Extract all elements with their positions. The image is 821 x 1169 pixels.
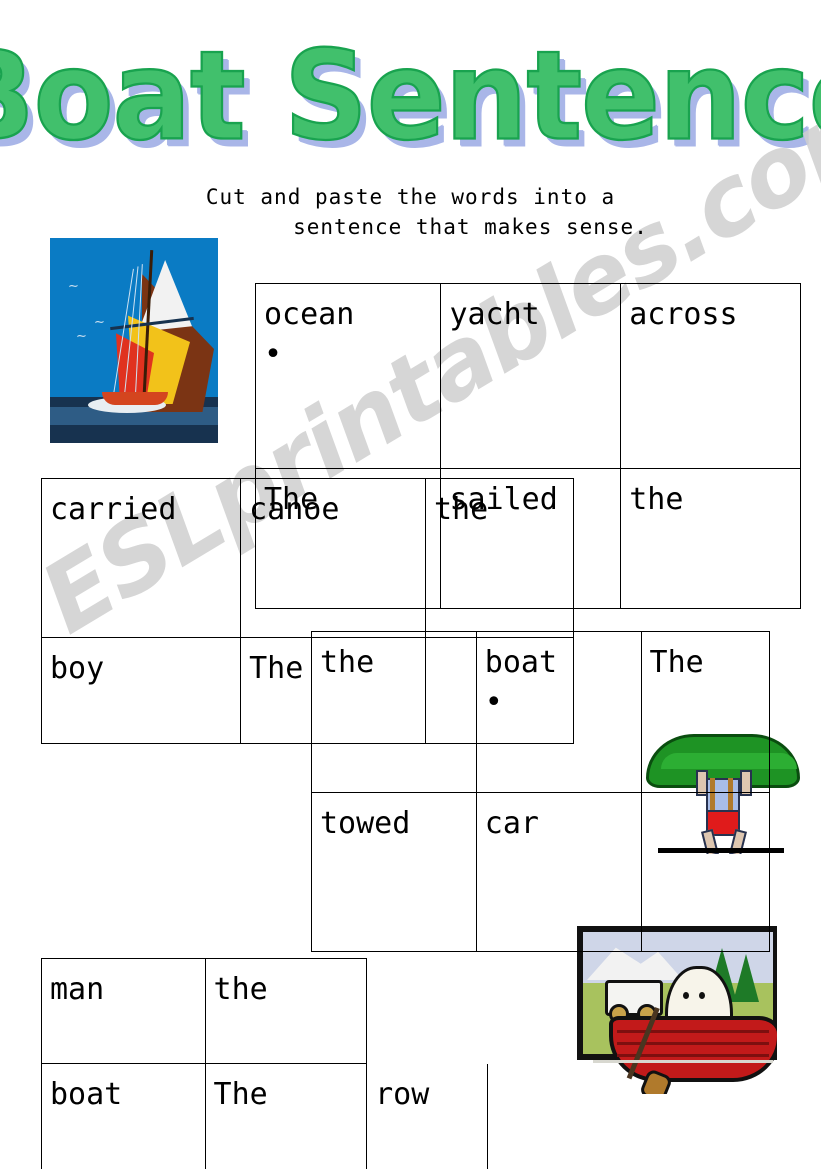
word-cell-carried[interactable]: carried xyxy=(40,478,242,638)
page-title-container: Boat Sentences xyxy=(0,26,821,165)
word-cell-towed[interactable]: towed xyxy=(311,792,477,952)
word-text: boat xyxy=(484,645,558,680)
word-cell-boat[interactable]: boat • xyxy=(475,631,642,793)
word-table-4[interactable]: man the boat The row xyxy=(41,958,488,1169)
word-cell-the[interactable]: the xyxy=(620,468,801,609)
instructions-line-1: Cut and paste the words into a xyxy=(205,185,616,209)
seagull-icon: ∼ xyxy=(94,315,105,330)
word-text: man xyxy=(50,972,105,1007)
table-row: boat The row xyxy=(41,1063,488,1169)
period-dot: • xyxy=(264,337,283,372)
word-table-3[interactable]: the boat • The towed car xyxy=(311,631,771,952)
rower-eye xyxy=(683,992,689,999)
word-text: The xyxy=(249,651,304,686)
seagull-icon: ∼ xyxy=(68,279,79,294)
word-text: car xyxy=(484,806,539,841)
word-cell-row[interactable]: row xyxy=(366,1063,488,1169)
word-cell-man[interactable]: man xyxy=(41,958,206,1064)
table-row: ocean • yacht across xyxy=(254,283,801,469)
instructions-text: Cut and paste the words into a sentence … xyxy=(0,182,821,242)
word-cell-the[interactable]: the xyxy=(424,478,575,638)
rowboat-waterline xyxy=(593,1060,773,1063)
rower-eye xyxy=(699,992,705,999)
table-row: carried canoe the xyxy=(40,478,575,638)
rowboat-plank xyxy=(617,1030,769,1033)
word-cell-across[interactable]: across xyxy=(620,283,801,469)
word-cell-empty[interactable] xyxy=(640,792,771,952)
worksheet-page: ESLprintables.com Boat Sentences Cut and… xyxy=(0,0,821,1169)
word-cell-canoe[interactable]: canoe xyxy=(240,478,426,638)
word-cell-empty xyxy=(367,959,488,1064)
word-text: The xyxy=(213,1077,268,1112)
word-cell-the-capital[interactable]: The xyxy=(204,1063,368,1169)
table-row: the boat • The xyxy=(311,631,771,793)
word-cell-boat[interactable]: boat xyxy=(41,1063,206,1169)
word-text: The xyxy=(649,645,704,680)
table-row: man the xyxy=(41,958,488,1064)
sailboat-image: ∼ ∼ ∼ xyxy=(50,238,218,443)
word-text: yacht xyxy=(449,297,540,332)
word-cell-car[interactable]: car xyxy=(475,792,642,952)
word-cell-the[interactable]: the xyxy=(204,958,368,1064)
word-text: boy xyxy=(50,651,105,686)
seagull-icon: ∼ xyxy=(76,329,87,344)
word-cell-ocean[interactable]: ocean • xyxy=(254,283,442,469)
word-cell-the-capital[interactable]: The xyxy=(640,631,771,793)
word-text: row xyxy=(375,1077,430,1112)
word-text: across xyxy=(629,297,738,332)
table-row: towed car xyxy=(311,792,771,952)
word-text: the xyxy=(629,482,684,517)
word-text: canoe xyxy=(249,492,340,527)
sailboat-hull xyxy=(102,392,168,405)
word-cell-the[interactable]: the xyxy=(311,631,477,793)
word-text: the xyxy=(433,492,489,527)
word-text: carried xyxy=(50,492,177,527)
word-text: towed xyxy=(320,806,411,841)
page-title: Boat Sentences xyxy=(0,24,821,168)
word-text: ocean xyxy=(264,297,355,332)
word-text: boat xyxy=(50,1077,123,1112)
word-text: the xyxy=(320,645,375,680)
word-cell-yacht[interactable]: yacht xyxy=(440,283,622,469)
word-text: the xyxy=(213,972,268,1007)
period-dot: • xyxy=(484,685,503,720)
word-cell-boy[interactable]: boy xyxy=(40,637,242,744)
